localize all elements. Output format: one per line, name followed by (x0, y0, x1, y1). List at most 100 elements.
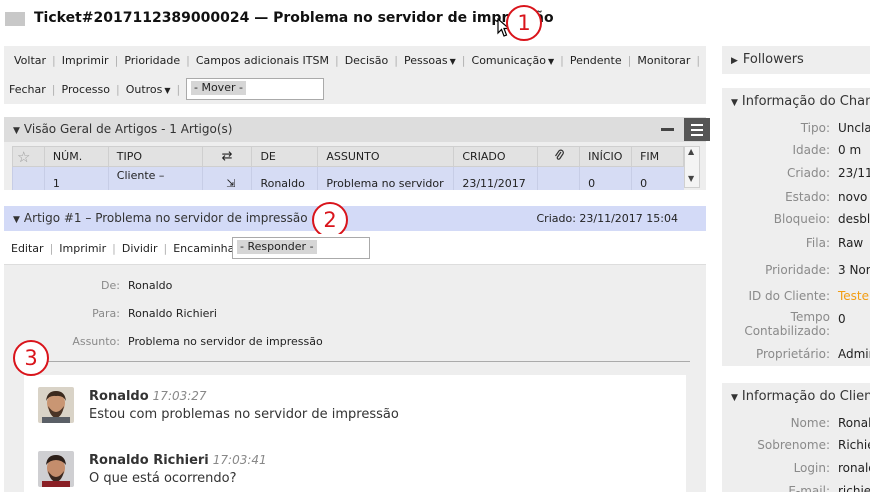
collapse-triangle-icon: ▼ (13, 126, 20, 136)
row-type: Cliente – (107, 166, 203, 190)
customer-value-nome: Ronal (838, 416, 870, 430)
action-outros[interactable]: Outros ▼ (120, 83, 177, 96)
article-action-dividir[interactable]: Dividir (116, 242, 164, 255)
customer-value-login: ronald (838, 461, 870, 475)
message-author-name: Ronaldo (89, 389, 149, 404)
info-value-criado: 23/11/ (838, 166, 870, 180)
customer-label-sobrenome: Sobrenome: (757, 438, 830, 452)
message-author: Ronaldo Richieri 17:03:41 (89, 453, 267, 468)
row-attachment (537, 166, 580, 190)
action-monitorar[interactable]: Monitorar (631, 54, 696, 67)
action-prioridade[interactable]: Prioridade (118, 54, 186, 67)
paperclip-icon[interactable] (537, 146, 581, 167)
message-author: Ronaldo 17:03:27 (89, 389, 207, 404)
info-label-fila: Fila: (805, 236, 830, 250)
info-value-fila: Raw (838, 236, 864, 250)
action-pendente[interactable]: Pendente (564, 54, 628, 67)
minimize-icon[interactable] (661, 128, 674, 131)
annotation-badge-2: 2 (312, 202, 348, 238)
message-author-name: Ronaldo Richieri (89, 453, 209, 468)
articles-overview-title-text: Visão Geral de Artigos - 1 Artigo(s) (23, 122, 233, 136)
action-comunicacao-label: Comunicação (471, 53, 546, 67)
row-star-cell[interactable] (12, 166, 45, 190)
articles-overview-title[interactable]: ▼ Visão Geral de Artigos - 1 Artigo(s) (13, 122, 232, 136)
annotation-badge-1: 1 (506, 5, 542, 41)
articles-table-container: ☆ NÚM. TIPO ⇄ DE ASSUNTO CRIADO INÍCIO F… (4, 142, 706, 190)
info-value-estado: novo (838, 190, 868, 204)
ticket-state-chip (5, 12, 25, 26)
ticket-info-header[interactable]: ▼Informação do Chama (731, 94, 870, 109)
ticket-info-title: Informação do Chama (741, 94, 870, 109)
customer-label-nome: Nome: (790, 416, 830, 430)
action-pessoas-label: Pessoas (403, 53, 448, 67)
reply-select[interactable]: - Responder - (232, 237, 370, 259)
direction-arrows-icon[interactable]: ⇄ (201, 146, 253, 167)
article-body: De: Ronaldo Para: Ronaldo Richieri Assun… (4, 264, 706, 492)
action-voltar[interactable]: Voltar (8, 54, 52, 67)
column-header-de[interactable]: DE (251, 146, 319, 167)
avatar (38, 451, 74, 487)
expand-triangle-icon: ▶ (731, 56, 738, 66)
article-actions-row: Editar| Imprimir| Dividir| Encaminhar| (5, 240, 249, 256)
column-header-assunto[interactable]: ASSUNTO (317, 146, 455, 167)
action-processo[interactable]: Processo (56, 83, 116, 96)
table-settings-button[interactable] (684, 118, 710, 141)
customer-info-widget: ▼Informação do Cliente Nome: Ronal Sobre… (722, 383, 870, 492)
followers-widget: ▶ Followers (722, 46, 870, 74)
action-imprimir[interactable]: Imprimir (56, 54, 115, 67)
message-text: Estou com problemas no servidor de impre… (89, 407, 399, 422)
info-value-customer-id[interactable]: TesteM (838, 289, 870, 303)
field-label-to: Para: (92, 307, 120, 320)
action-campos-adicionais[interactable]: Campos adicionais ITSM (190, 54, 335, 67)
info-label-customer-id: ID do Cliente: (748, 289, 830, 303)
column-header-fim[interactable]: FIM (631, 146, 684, 167)
articles-table: ☆ NÚM. TIPO ⇄ DE ASSUNTO CRIADO INÍCIO F… (12, 146, 684, 190)
article-action-menu: Editar| Imprimir| Dividir| Encaminhar| -… (4, 234, 706, 262)
annotation-badge-3: 3 (13, 340, 49, 376)
table-header-row: ☆ NÚM. TIPO ⇄ DE ASSUNTO CRIADO INÍCIO F… (12, 146, 684, 167)
message-text: O que está ocorrendo? (89, 471, 237, 486)
info-label-proprietario: Proprietário: (755, 347, 830, 361)
column-header-num[interactable]: NÚM. (43, 146, 109, 167)
info-value-tempo: 0 (838, 312, 846, 326)
table-scrollbar[interactable]: ▲ ▼ (684, 146, 700, 188)
table-row[interactable]: 1 Cliente – ⇲ Ronaldo Problema no servid… (12, 166, 684, 190)
avatar (38, 387, 74, 423)
page-title: Ticket#2017112389000024 — Problema no se… (34, 10, 554, 26)
info-label-idade: Idade: (792, 143, 830, 157)
column-header-inicio[interactable]: INÍCIO (579, 146, 633, 167)
move-queue-select[interactable]: - Mover - (186, 78, 324, 100)
star-column-header[interactable]: ☆ (12, 146, 45, 167)
customer-info-header[interactable]: ▼Informação do Cliente (731, 389, 870, 404)
menu-separator: | (696, 53, 701, 67)
action-comunicacao[interactable]: Comunicação ▼ (466, 54, 561, 67)
row-num: 1 (43, 166, 109, 190)
customer-info-title: Informação do Cliente (741, 389, 870, 404)
field-value-from: Ronaldo (128, 279, 173, 292)
article-title[interactable]: ▼ Artigo #1 – Problema no servidor de imp… (13, 211, 308, 225)
column-header-criado[interactable]: CRIADO (453, 146, 539, 167)
caret-down-icon: ▼ (449, 56, 456, 66)
menu-separator: | (176, 82, 181, 96)
followers-title: Followers (742, 52, 804, 67)
article-action-editar[interactable]: Editar (5, 242, 50, 255)
info-value-idade: 0 m (838, 143, 862, 157)
info-label-bloqueio: Bloqueio: (773, 212, 830, 226)
collapse-triangle-icon: ▼ (731, 393, 738, 403)
message-time: 17:03:27 (152, 389, 207, 403)
action-menu-row-1: Voltar | Imprimir | Prioridade | Campos adi… (8, 52, 700, 68)
column-header-tipo[interactable]: TIPO (107, 146, 203, 167)
followers-header[interactable]: ▶ Followers (731, 52, 804, 67)
field-value-subject: Problema no servidor de impressão (128, 335, 323, 348)
article-action-imprimir[interactable]: Imprimir (53, 242, 112, 255)
info-value-prioridade: 3 Norm (838, 263, 870, 277)
info-value-bloqueio: desblo (838, 212, 870, 226)
row-end: 0 (631, 166, 684, 190)
row-subject: Problema no servidor (317, 166, 454, 190)
action-fechar[interactable]: Fechar (3, 83, 52, 96)
article-created-date: Criado: 23/11/2017 15:04 (536, 212, 678, 225)
action-decisao[interactable]: Decisão (339, 54, 395, 67)
article-title-text: Artigo #1 – Problema no servidor de impr… (23, 211, 308, 225)
ticket-info-widget: ▼Informação do Chama Tipo: Unclas Idade:… (722, 88, 870, 366)
action-pessoas[interactable]: Pessoas ▼ (398, 54, 462, 67)
